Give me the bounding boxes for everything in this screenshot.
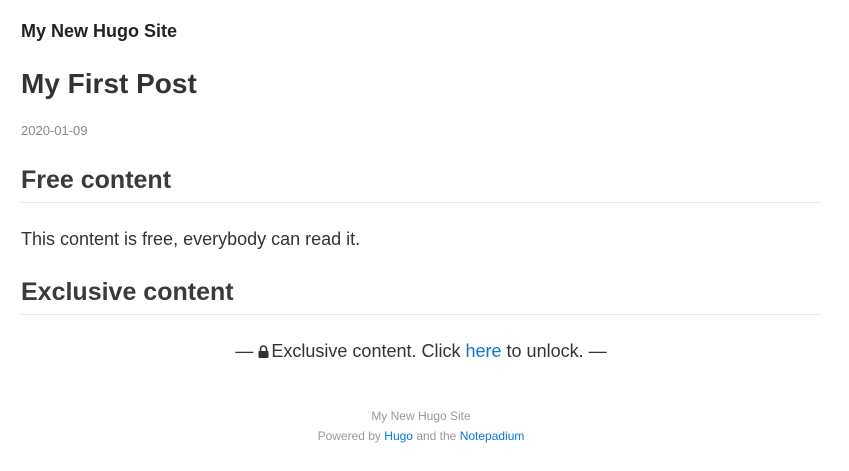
- footer: My New Hugo Site Powered by Hugo and the…: [21, 406, 821, 446]
- notepadium-link[interactable]: Notepadium: [460, 429, 525, 443]
- hugo-link[interactable]: Hugo: [384, 429, 413, 443]
- notice-text-after: to unlock.: [506, 341, 584, 361]
- footer-credits: Powered by Hugo and the Notepadium: [21, 426, 821, 446]
- notice-suffix-dash: —: [588, 341, 607, 361]
- footer-powered-by: Powered by: [317, 429, 381, 443]
- notice-prefix-dash: —: [235, 341, 254, 361]
- exclusive-content-heading: Exclusive content: [21, 277, 821, 315]
- post-title: My First Post: [21, 68, 197, 99]
- footer-and-the: and the: [416, 429, 457, 443]
- free-content-heading: Free content: [21, 165, 821, 203]
- site-title-link[interactable]: My New Hugo Site: [21, 20, 177, 42]
- lock-icon: [258, 341, 269, 358]
- notice-text-before: Exclusive content. Click: [271, 341, 461, 361]
- post-date: 2020-01-09: [21, 123, 88, 138]
- unlock-link[interactable]: here: [466, 341, 502, 361]
- exclusive-locked-notice: — Exclusive content. Click here to unloc…: [21, 340, 821, 362]
- footer-site-name: My New Hugo Site: [371, 409, 471, 423]
- free-content-text: This content is free, everybody can read…: [21, 229, 361, 249]
